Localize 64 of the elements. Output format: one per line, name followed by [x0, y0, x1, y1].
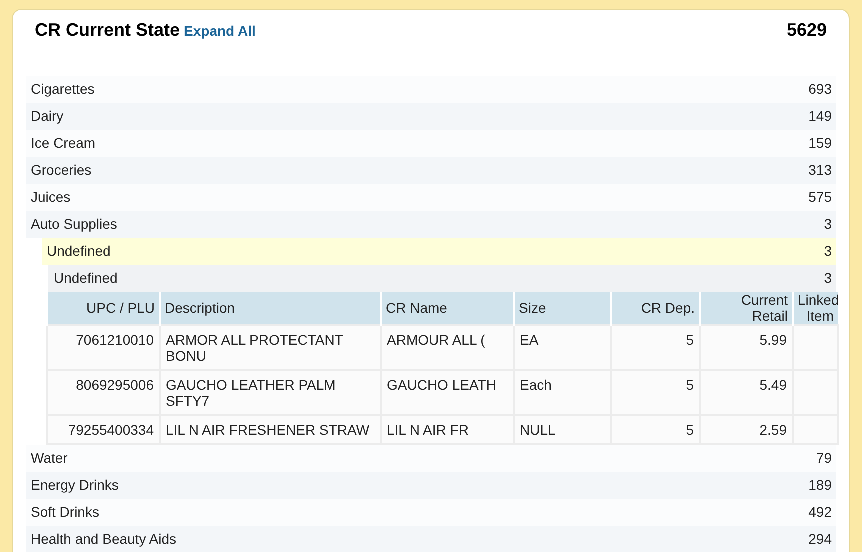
- column-header[interactable]: Current Retail: [700, 292, 793, 325]
- table-cell: 2.59: [760, 422, 787, 438]
- table-cell: 5: [686, 377, 694, 393]
- category-count: 3: [824, 215, 832, 234]
- category-count: 492: [808, 503, 832, 522]
- column-header[interactable]: Description: [160, 292, 381, 325]
- table-cell: GAUCHO LEATH: [387, 377, 496, 393]
- table-cell: 5: [686, 422, 694, 438]
- category-count: 313: [808, 161, 832, 180]
- category-name: Dairy: [31, 107, 64, 126]
- column-header[interactable]: UPC / PLU: [47, 292, 160, 325]
- table-cell: 5.99: [760, 332, 787, 348]
- table-cell: EA: [520, 332, 539, 348]
- table-cell: LIL N AIR FRESHENER STRAW: [166, 422, 370, 438]
- table-cell: ARMOR ALL PROTECTANT BONU: [166, 332, 344, 364]
- category-row[interactable]: Undefined 3: [42, 238, 836, 265]
- category-count: 149: [808, 107, 832, 126]
- table-cell: 5.49: [760, 377, 787, 393]
- category-row[interactable]: Health and Beauty Aids 294: [26, 526, 836, 552]
- category-count: 693: [808, 80, 832, 99]
- panel-title: CR Current State: [35, 18, 180, 42]
- table-cell: 5: [686, 332, 694, 348]
- category-row[interactable]: Groceries 313: [26, 157, 836, 184]
- category-count: 189: [808, 476, 832, 495]
- table-cell: 79255400334: [68, 422, 154, 438]
- table-cell: Each: [520, 377, 552, 393]
- category-name: Health and Beauty Aids: [31, 530, 177, 549]
- category-name: Water: [31, 449, 68, 468]
- table-cell: LIL N AIR FR: [387, 422, 469, 438]
- category-count: 575: [808, 188, 832, 207]
- category-name: Soft Drinks: [31, 503, 100, 522]
- category-name: Ice Cream: [31, 134, 96, 153]
- category-count: 3: [824, 242, 832, 261]
- category-row[interactable]: Cigarettes 693: [26, 76, 836, 103]
- category-count: 79: [816, 449, 832, 468]
- table-cell: 8069295006: [76, 377, 154, 393]
- category-row[interactable]: Ice Cream 159: [26, 130, 836, 157]
- column-header[interactable]: Linked Item: [793, 292, 838, 325]
- category-row[interactable]: Juices 575: [26, 184, 836, 211]
- category-row[interactable]: Soft Drinks 492: [26, 499, 836, 526]
- category-row[interactable]: Energy Drinks 189: [26, 472, 836, 499]
- total-count: 5629: [786, 18, 827, 42]
- table-cell: 7061210010: [76, 332, 154, 348]
- category-count: 159: [808, 134, 832, 153]
- category-row[interactable]: Dairy 149: [26, 103, 836, 130]
- category-row[interactable]: Water 79: [26, 445, 836, 472]
- category-row[interactable]: Undefined 3: [48, 265, 836, 292]
- expand-all-link[interactable]: Expand All: [184, 20, 256, 42]
- category-name: Cigarettes: [31, 80, 95, 99]
- category-name: Groceries: [31, 161, 92, 180]
- category-count: 3: [824, 269, 832, 288]
- category-count: 294: [808, 530, 832, 549]
- category-row[interactable]: Auto Supplies 3: [26, 211, 836, 238]
- column-header[interactable]: CR Name: [381, 292, 514, 325]
- column-header[interactable]: Size: [514, 292, 611, 325]
- category-name: Auto Supplies: [31, 215, 118, 234]
- table-cell: GAUCHO LEATHER PALM SFTY7: [166, 377, 336, 409]
- category-name: Energy Drinks: [31, 476, 119, 495]
- category-name: Undefined: [54, 269, 118, 288]
- table-cell: ARMOUR ALL (: [387, 332, 486, 348]
- category-name: Undefined: [47, 242, 111, 261]
- column-header[interactable]: CR Dep.: [611, 292, 700, 325]
- category-name: Juices: [31, 188, 71, 207]
- table-cell: NULL: [520, 422, 556, 438]
